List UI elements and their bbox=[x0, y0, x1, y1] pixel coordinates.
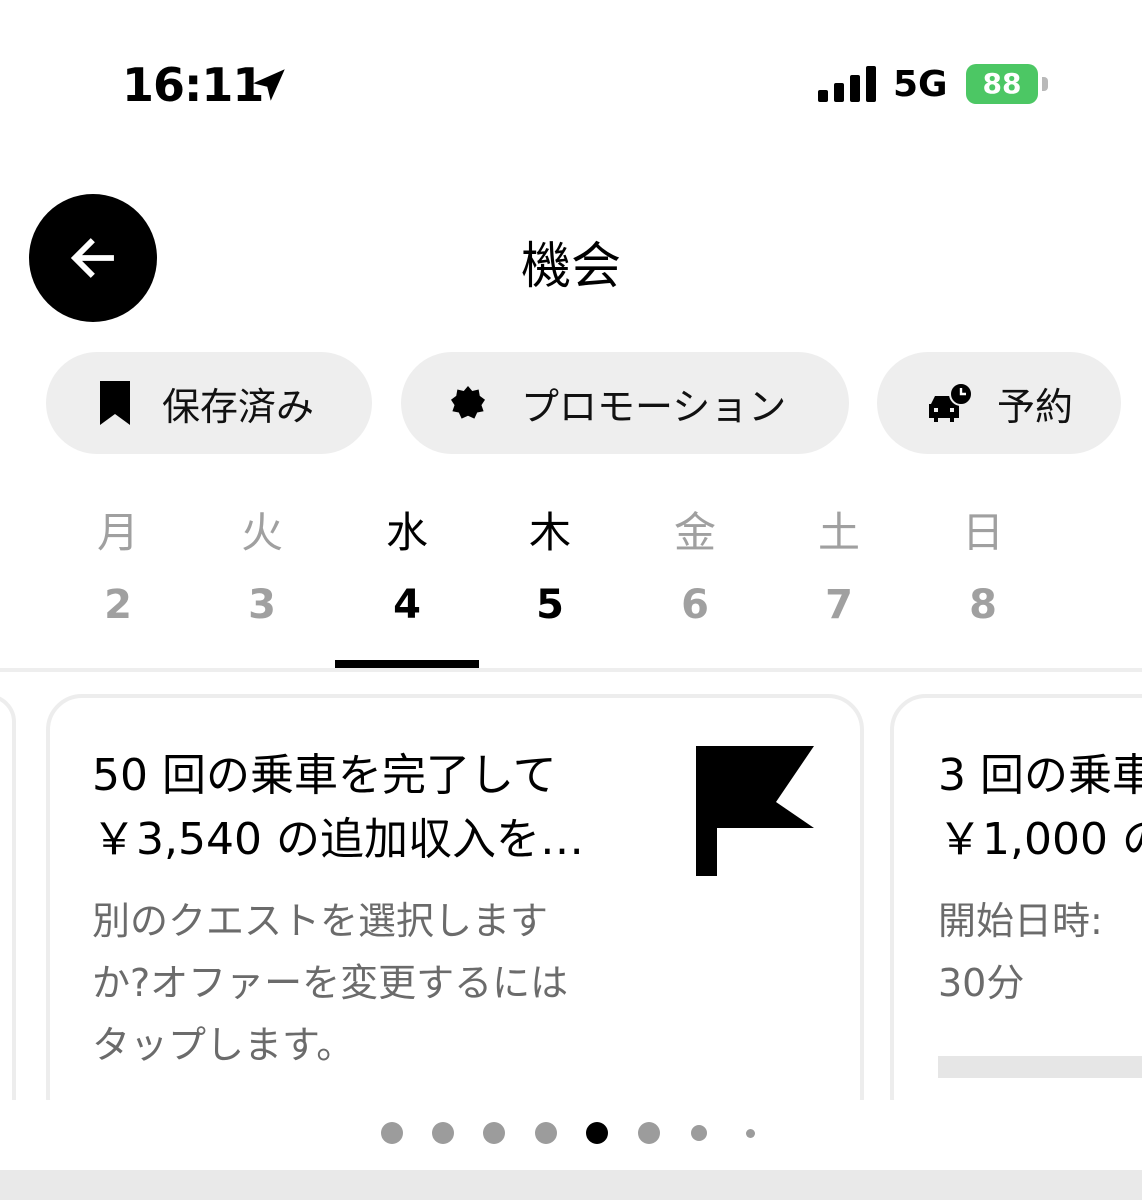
reservation-filter-chip[interactable]: 予約 bbox=[877, 352, 1121, 454]
day-number: 2 bbox=[104, 582, 132, 628]
car-clock-icon bbox=[929, 382, 973, 422]
quest-title-line1: 50 回の乗車を完了して bbox=[92, 750, 557, 801]
quest-desc-line2: か?オファーを変更するには bbox=[92, 961, 569, 1005]
day-fri[interactable]: 金 6 bbox=[645, 505, 745, 629]
day-name: 日 bbox=[961, 508, 1004, 557]
pager-dot[interactable] bbox=[432, 1122, 454, 1144]
bottom-sheet-edge bbox=[0, 1170, 1142, 1200]
cellular-signal-icon bbox=[818, 66, 876, 102]
page-title: 機会 bbox=[521, 237, 621, 295]
pager-dot-active[interactable] bbox=[586, 1122, 608, 1144]
day-name: 金 bbox=[673, 508, 716, 557]
chip-label: 保存済み bbox=[162, 384, 315, 429]
chip-label: プロモーション bbox=[521, 384, 787, 429]
status-time: 16:11 bbox=[122, 58, 264, 112]
pager-dot[interactable] bbox=[746, 1129, 755, 1138]
day-number: 7 bbox=[825, 582, 853, 628]
pager-dot[interactable] bbox=[381, 1122, 403, 1144]
day-number: 3 bbox=[248, 582, 276, 628]
quest-desc-line1: 開始日時: bbox=[938, 899, 1103, 943]
day-sat[interactable]: 土 7 bbox=[789, 505, 889, 629]
day-name: 火 bbox=[240, 508, 283, 557]
day-number: 6 bbox=[681, 582, 709, 628]
location-arrow-icon bbox=[253, 69, 285, 101]
quest-title-line2: ￥3,540 の追加収入を… bbox=[92, 814, 584, 865]
flag-icon bbox=[696, 746, 814, 876]
pager-area bbox=[0, 1100, 1142, 1170]
pager-dot[interactable] bbox=[691, 1125, 707, 1141]
battery-level: 88 bbox=[982, 67, 1022, 100]
day-thu[interactable]: 木 5 bbox=[500, 505, 600, 629]
quest-card-next[interactable]: 3 回の乗車 ￥1,000 の 開始日時: 30分 bbox=[890, 694, 1142, 1134]
quest-progress-bar bbox=[938, 1056, 1142, 1078]
pager-dot[interactable] bbox=[535, 1122, 557, 1144]
day-number: 8 bbox=[969, 582, 997, 628]
network-type: 5G bbox=[893, 64, 948, 105]
day-name: 水 bbox=[385, 508, 428, 557]
pager-dot[interactable] bbox=[483, 1122, 505, 1144]
day-number: 4 bbox=[393, 582, 421, 628]
quest-desc-line3: タップします。 bbox=[92, 1023, 355, 1067]
quest-title-line1: 3 回の乗車 bbox=[938, 750, 1142, 801]
day-name: 木 bbox=[528, 508, 571, 557]
day-sun[interactable]: 日 8 bbox=[933, 505, 1033, 629]
day-tue[interactable]: 火 3 bbox=[212, 505, 312, 629]
week-divider bbox=[0, 668, 1142, 672]
day-name: 土 bbox=[817, 508, 860, 557]
day-wed-selected[interactable]: 水 4 bbox=[357, 505, 457, 629]
battery-cap bbox=[1042, 77, 1048, 91]
day-number: 5 bbox=[536, 582, 564, 628]
quest-title-line2: ￥1,000 の bbox=[938, 814, 1142, 865]
saved-filter-chip[interactable]: 保存済み bbox=[46, 352, 372, 454]
day-name: 月 bbox=[96, 508, 139, 557]
quest-card[interactable]: 50 回の乗車を完了して ￥3,540 の追加収入を… 別のクエストを選択します… bbox=[46, 694, 864, 1134]
chip-label: 予約 bbox=[997, 384, 1074, 429]
promotion-filter-chip[interactable]: プロモーション bbox=[401, 352, 849, 454]
quest-card-previous[interactable] bbox=[0, 694, 16, 1134]
battery-indicator: 88 bbox=[966, 64, 1050, 104]
day-mon[interactable]: 月 2 bbox=[68, 505, 168, 629]
badge-icon bbox=[451, 386, 485, 419]
pager-dot[interactable] bbox=[638, 1122, 660, 1144]
quest-desc-line1: 別のクエストを選択します bbox=[92, 899, 549, 943]
bookmark-icon bbox=[100, 381, 130, 425]
quest-desc-line2: 30分 bbox=[938, 961, 1025, 1005]
opportunities-screen: 16:11 5G 88 機会 保存済み プロモーション 予約 月 2 火 3 水… bbox=[0, 0, 1142, 1200]
